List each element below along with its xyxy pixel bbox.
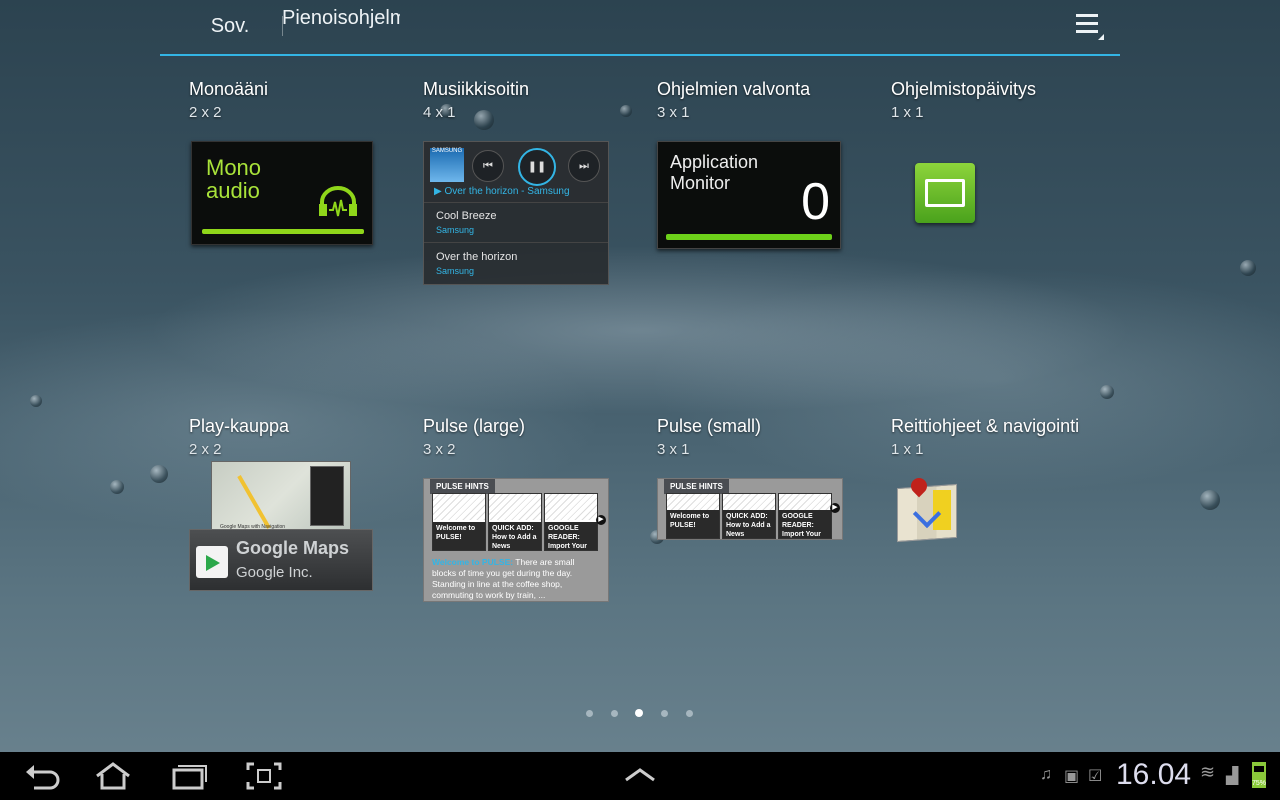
navigation-icon bbox=[897, 474, 957, 543]
widget-play-store[interactable]: Play-kauppa 2 x 2 Google Maps with Navig… bbox=[189, 416, 419, 591]
widget-size: 3 x 1 bbox=[657, 441, 690, 458]
album-art: SAMSUNG bbox=[430, 148, 464, 182]
pulse-story: Welcome to PULSE! bbox=[432, 493, 486, 551]
widget-title: Pulse (small) bbox=[657, 416, 762, 436]
play-store-preview: Google Maps with Navigation Google Maps … bbox=[189, 461, 373, 591]
play-store-card: Google Maps Google Inc. bbox=[189, 529, 373, 591]
software-update-icon bbox=[915, 163, 975, 223]
music-note-icon: ♫ bbox=[1040, 766, 1052, 783]
widget-size: 4 x 1 bbox=[423, 104, 456, 121]
phone-image bbox=[310, 466, 344, 526]
pulse-hints-label: PULSE HINTS bbox=[430, 479, 495, 494]
page-dot[interactable] bbox=[686, 710, 693, 717]
pulse-story: GOOGLE READER: Import Your bbox=[544, 493, 598, 551]
widget-title: Ohjelmien valvonta bbox=[657, 79, 811, 99]
task-done-icon: ☑ bbox=[1088, 768, 1103, 785]
pulse-small-preview: PULSE HINTS Welcome to PULSE! QUICK ADD:… bbox=[657, 478, 843, 540]
menu-icon bbox=[1076, 14, 1098, 17]
previous-icon: ⏮ bbox=[472, 150, 504, 182]
tab-widgets[interactable]: Pienoisohjelmat bbox=[282, 0, 400, 54]
widget-title: Monoääni bbox=[189, 79, 269, 99]
pulse-large-preview: PULSE HINTS Welcome to PULSE! QUICK ADD:… bbox=[423, 478, 609, 602]
page-dot[interactable] bbox=[661, 710, 668, 717]
back-icon[interactable] bbox=[22, 760, 62, 792]
widget-title: Ohjelmistopäivitys bbox=[891, 79, 1037, 99]
app-monitor-count: 0 bbox=[801, 173, 830, 231]
pause-icon: ❚❚ bbox=[518, 148, 556, 186]
headphones-icon bbox=[319, 186, 357, 217]
widget-application-monitor[interactable]: Ohjelmien valvonta 3 x 1 Application Mon… bbox=[657, 79, 887, 249]
widget-directions-navigation[interactable]: Reittiohjeet & navigointi 1 x 1 bbox=[891, 416, 1121, 543]
widget-size: 3 x 1 bbox=[657, 104, 690, 121]
mono-audio-preview: Mono audio bbox=[191, 141, 373, 245]
next-arrow-icon: ▶ bbox=[596, 515, 606, 525]
system-bar: ♫ ▣ ☑ 16.04 ≋ ▟ 75% bbox=[0, 752, 1280, 800]
tab-widgets-label: Pienoisohjelmat bbox=[282, 7, 400, 29]
pulse-hints-label: PULSE HINTS bbox=[664, 479, 729, 494]
battery-icon: 75% bbox=[1252, 762, 1266, 788]
widget-size: 2 x 2 bbox=[189, 104, 222, 121]
app-monitor-bar bbox=[666, 234, 832, 240]
tab-bar: Sov. Pienoisohjelmat bbox=[160, 0, 1120, 56]
app-developer: Google Inc. bbox=[236, 564, 313, 581]
screenshot-icon[interactable] bbox=[244, 760, 284, 792]
menu-corner-indicator bbox=[1098, 34, 1104, 40]
now-playing: ▶ Over the horizon - Samsung bbox=[434, 186, 570, 197]
widget-size: 1 x 1 bbox=[891, 441, 924, 458]
music-controls: SAMSUNG ⏮ ❚❚ ⏭ ▶ Over the horizon - Sams… bbox=[424, 142, 608, 202]
home-icon[interactable] bbox=[93, 760, 133, 792]
page-dot-active[interactable] bbox=[635, 709, 643, 717]
clock: 16.04 bbox=[1116, 758, 1192, 791]
wifi-icon: ≋ bbox=[1200, 762, 1216, 782]
mono-audio-label: Mono audio bbox=[206, 155, 262, 203]
widget-title: Play-kauppa bbox=[189, 416, 290, 436]
play-store-icon bbox=[196, 546, 228, 578]
menu-button[interactable] bbox=[1076, 14, 1104, 40]
widget-title: Pulse (large) bbox=[423, 416, 526, 436]
next-arrow-icon: ▶ bbox=[830, 503, 840, 513]
app-monitor-label: Application Monitor bbox=[670, 152, 759, 193]
pulse-story: GOOGLE READER: Import Your bbox=[778, 493, 832, 539]
pulse-story: QUICK ADD: How to Add a News bbox=[488, 493, 542, 551]
widget-pulse-large[interactable]: Pulse (large) 3 x 2 PULSE HINTS Welcome … bbox=[423, 416, 653, 602]
app-screenshot: Google Maps with Navigation bbox=[211, 461, 351, 533]
battery-percent: 75% bbox=[1252, 780, 1267, 787]
app-name: Google Maps bbox=[236, 538, 350, 558]
page-dot[interactable] bbox=[586, 710, 593, 717]
widget-size: 2 x 2 bbox=[189, 441, 222, 458]
chevron-up-icon[interactable] bbox=[620, 760, 660, 792]
tab-apps[interactable]: Sov. bbox=[180, 0, 280, 54]
sd-card-icon: ▣ bbox=[1064, 768, 1080, 785]
pulse-story: QUICK ADD: How to Add a News bbox=[722, 493, 776, 539]
tab-divider bbox=[160, 54, 1120, 56]
app-monitor-preview: Application Monitor 0 bbox=[657, 141, 841, 249]
widget-title: Musiikkisoitin bbox=[423, 79, 530, 99]
widget-size: 1 x 1 bbox=[891, 104, 924, 121]
widget-pulse-small[interactable]: Pulse (small) 3 x 1 PULSE HINTS Welcome … bbox=[657, 416, 887, 540]
music-player-preview: SAMSUNG ⏮ ❚❚ ⏭ ▶ Over the horizon - Sams… bbox=[423, 141, 609, 285]
widget-title: Reittiohjeet & navigointi bbox=[891, 416, 1080, 436]
widget-size: 3 x 2 bbox=[423, 441, 456, 458]
pulse-description: Welcome to PULSE: There are small blocks… bbox=[432, 557, 575, 600]
mono-audio-bar bbox=[202, 229, 364, 234]
next-icon: ⏭ bbox=[568, 150, 600, 182]
widget-mono-audio[interactable]: Monoääni 2 x 2 Mono audio bbox=[189, 79, 419, 245]
widget-music-player[interactable]: Musiikkisoitin 4 x 1 SAMSUNG ⏮ ❚❚ ⏭ ▶ Ov… bbox=[423, 79, 653, 285]
page-dot[interactable] bbox=[611, 710, 618, 717]
track-item: Cool Breeze Samsung bbox=[436, 210, 497, 235]
pulse-story: Welcome to PULSE! bbox=[666, 493, 720, 539]
recent-apps-icon[interactable] bbox=[168, 760, 208, 792]
widget-software-update[interactable]: Ohjelmistopäivitys 1 x 1 bbox=[891, 79, 1121, 223]
track-item: Over the horizon Samsung bbox=[436, 251, 518, 276]
signal-icon: ▟ bbox=[1226, 768, 1239, 785]
